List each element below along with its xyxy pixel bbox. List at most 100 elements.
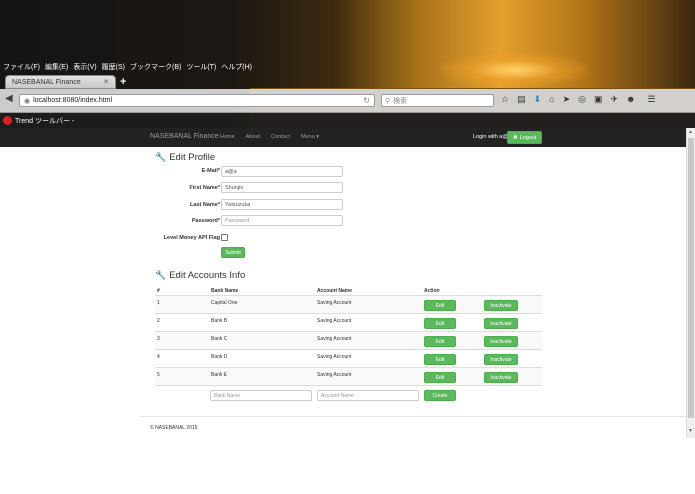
- tab-title: NASEBANAL Finance: [12, 78, 81, 86]
- new-tab-icon[interactable]: +: [120, 76, 126, 88]
- inactivate-button[interactable]: Inactivate: [484, 336, 518, 347]
- edit-accounts-heading: 🔧 Edit Accounts Info: [155, 270, 245, 281]
- row-account-name: Saving Account: [317, 354, 352, 360]
- edit-button[interactable]: Edit: [424, 300, 456, 311]
- url-bar[interactable]: ◉ localhost:8080/index.html ↻: [19, 94, 375, 107]
- scroll-thumb[interactable]: [688, 138, 694, 418]
- menu-edit[interactable]: 編集(E): [45, 62, 68, 72]
- nav-home[interactable]: Home: [220, 134, 235, 140]
- browser-navbar: ◀ ◉ localhost:8080/index.html ↻ ⚲ 検索 ☆ ▤…: [0, 89, 695, 113]
- wrench-icon: 🔧: [155, 270, 167, 280]
- inactivate-button[interactable]: Inactivate: [484, 300, 518, 311]
- money-api-flag-checkbox[interactable]: [221, 234, 228, 241]
- search-bar[interactable]: ⚲ 検索: [381, 94, 494, 107]
- search-icon: ⚲: [385, 97, 391, 105]
- row-bank-name: Bank D: [211, 354, 228, 360]
- menu-file[interactable]: ファイル(F): [3, 62, 40, 72]
- scroll-down-icon[interactable]: ▼: [688, 428, 693, 434]
- reading-list-icon[interactable]: ▤: [517, 94, 526, 105]
- footer-divider: [140, 416, 686, 417]
- hamburger-menu-icon[interactable]: ☰: [648, 94, 656, 105]
- col-header-bank: Bank Name: [211, 288, 239, 294]
- trend-toolbar-label[interactable]: Trend ツールバー -: [15, 116, 74, 126]
- extension-icon[interactable]: ✈: [611, 94, 619, 105]
- password-field[interactable]: Password: [221, 215, 343, 226]
- menu-tools[interactable]: ツール(T): [186, 62, 216, 72]
- row-num: 3: [157, 336, 160, 342]
- table-row: 1 Capital One Saving Account Edit Inacti…: [155, 296, 542, 314]
- edit-profile-title: Edit Profile: [169, 152, 216, 163]
- col-header-action: Action: [424, 288, 440, 294]
- edit-button[interactable]: Edit: [424, 372, 456, 383]
- account-icon[interactable]: ☻: [626, 94, 635, 105]
- trend-toolbar: Trend ツールバー -: [0, 113, 695, 128]
- menu-help[interactable]: ヘルプ(H): [221, 62, 252, 72]
- nav-about[interactable]: About: [246, 134, 260, 140]
- home-icon[interactable]: ⌂: [549, 94, 554, 105]
- pocket-icon[interactable]: ▣: [594, 94, 603, 105]
- wrench-icon: 🔧: [155, 152, 167, 162]
- password-label: Password*: [191, 218, 220, 224]
- browser-chrome: ファイル(F) 編集(E) 表示(V) 履歴(S) ブックマーク(B) ツール(…: [0, 0, 695, 128]
- page-scrollbar[interactable]: ▲ ▼: [686, 128, 695, 438]
- edit-button[interactable]: Edit: [424, 318, 456, 329]
- browser-tab[interactable]: NASEBANAL Finance ✕: [5, 75, 116, 89]
- reload-icon[interactable]: ↻: [363, 96, 370, 105]
- edit-button[interactable]: Edit: [424, 354, 456, 365]
- scroll-up-icon[interactable]: ▲: [688, 129, 693, 135]
- table-row: 2 Bank B Saving Account Edit Inactivate: [155, 314, 542, 332]
- nav-links: Home About Contact Menu ▾: [220, 134, 319, 140]
- menu-history[interactable]: 履歴(S): [102, 62, 125, 72]
- footer-copyright: © NASEBANAL 2015: [150, 425, 198, 431]
- addon-icon[interactable]: ◎: [578, 94, 586, 105]
- email-label: E-Mail*: [201, 168, 220, 174]
- new-account-name-input[interactable]: Account Name: [317, 390, 419, 401]
- globe-icon: ◉: [24, 97, 31, 105]
- submit-button[interactable]: Submit: [221, 247, 245, 258]
- table-row: 3 Bank C Saving Account Edit Inactivate: [155, 332, 542, 350]
- back-icon[interactable]: ◀: [5, 93, 13, 104]
- table-row: 5 Bank E Saving Account Edit Inactivate: [155, 368, 542, 386]
- bookmark-star-icon[interactable]: ☆: [501, 94, 509, 105]
- menu-bookmarks[interactable]: ブックマーク(B): [130, 62, 181, 72]
- nav-contact[interactable]: Contact: [271, 134, 290, 140]
- money-api-flag-label: Level Money API Flag: [163, 235, 220, 241]
- email-field[interactable]: a@a: [221, 166, 343, 177]
- menu-view[interactable]: 表示(V): [73, 62, 96, 72]
- row-bank-name: Capital One: [211, 300, 238, 306]
- row-bank-name: Bank B: [211, 318, 228, 324]
- inactivate-button[interactable]: Inactivate: [484, 354, 518, 365]
- row-num: 5: [157, 372, 160, 378]
- logout-label: Logout: [519, 134, 537, 141]
- login-status: Login with a@a: [473, 134, 511, 140]
- edit-accounts-title: Edit Accounts Info: [169, 270, 246, 281]
- nav-menu-dropdown[interactable]: Menu ▾: [301, 134, 319, 140]
- table-row: 4 Bank D Saving Account Edit Inactivate: [155, 350, 542, 368]
- create-button[interactable]: Create: [424, 390, 456, 401]
- row-account-name: Saving Account: [317, 318, 352, 324]
- new-bank-name-input[interactable]: Bank Name: [210, 390, 312, 401]
- col-header-account: Account Name: [317, 288, 353, 294]
- logout-button[interactable]: ✖ Logout: [507, 131, 543, 144]
- col-header-num: #: [157, 288, 160, 294]
- trend-logo-icon: [3, 116, 12, 125]
- url-text: localhost:8080/index.html: [33, 97, 113, 104]
- search-placeholder: 検索: [393, 97, 408, 105]
- download-icon[interactable]: ⬇: [534, 94, 542, 105]
- first-name-field[interactable]: Shunjio: [221, 182, 343, 193]
- inactivate-button[interactable]: Inactivate: [484, 318, 518, 329]
- browser-menubar: ファイル(F) 編集(E) 表示(V) 履歴(S) ブックマーク(B) ツール(…: [0, 61, 252, 73]
- last-name-label: Last Name*: [190, 202, 220, 208]
- site-navbar: NASEBANAL Finance Home About Contact Men…: [0, 128, 686, 147]
- row-account-name: Saving Account: [317, 336, 352, 342]
- edit-button[interactable]: Edit: [424, 336, 456, 347]
- first-name-label: First Name*: [189, 185, 220, 191]
- row-bank-name: Bank E: [211, 372, 228, 378]
- last-name-field[interactable]: Yatsuzuka: [221, 199, 343, 210]
- inactivate-button[interactable]: Inactivate: [484, 372, 518, 383]
- close-tab-icon[interactable]: ✕: [103, 78, 109, 86]
- send-icon[interactable]: ➤: [563, 94, 571, 105]
- site-brand[interactable]: NASEBANAL Finance: [150, 133, 219, 140]
- row-num: 4: [157, 354, 160, 360]
- row-num: 2: [157, 318, 160, 324]
